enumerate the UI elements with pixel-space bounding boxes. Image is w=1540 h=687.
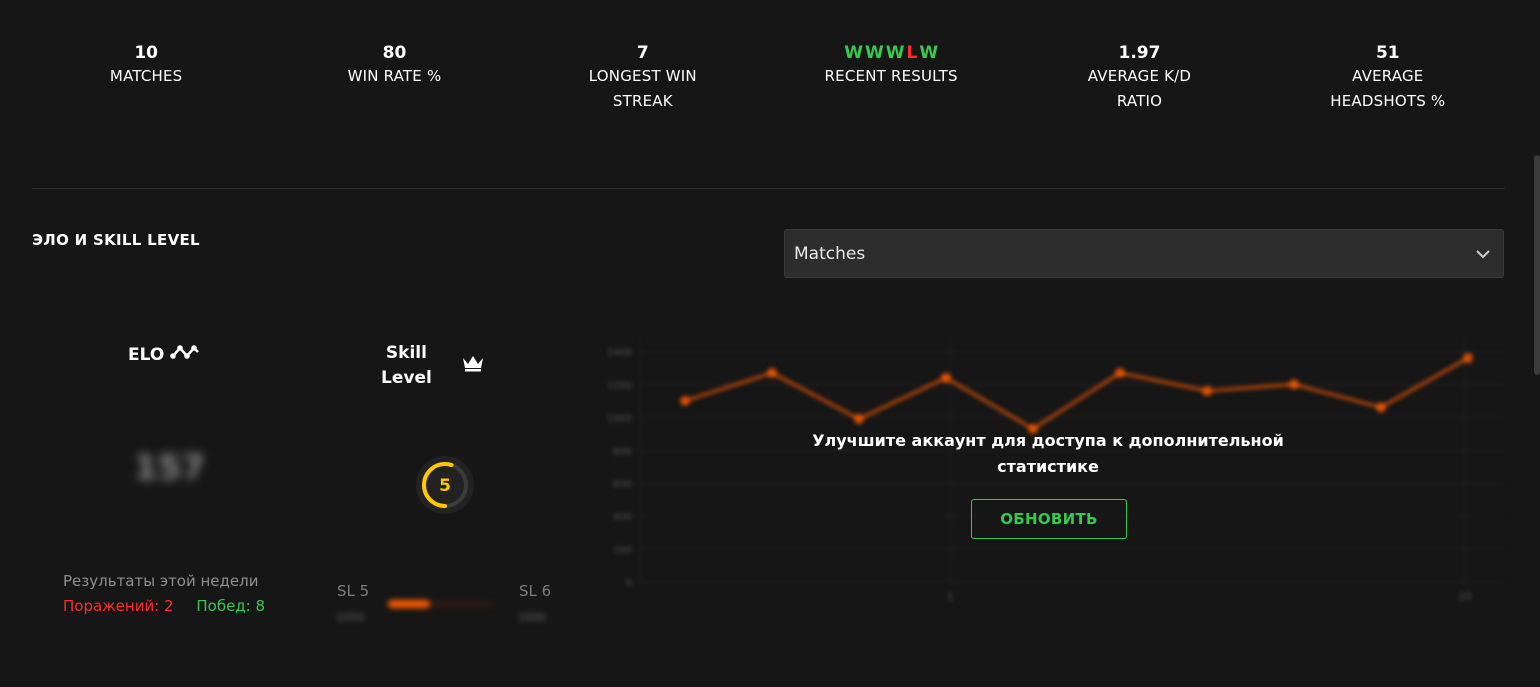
scrollbar-thumb[interactable] bbox=[1534, 155, 1540, 375]
section-title: ЭЛО И SKILL LEVEL bbox=[32, 231, 200, 249]
y-tick-label: 400 bbox=[613, 512, 632, 523]
stat-label: AVERAGE K/D RATIO bbox=[1087, 67, 1192, 110]
sl-current-label: SL 5 bbox=[337, 582, 370, 600]
stat-label: WIN RATE % bbox=[347, 67, 442, 85]
skill-progress-fill bbox=[388, 600, 431, 608]
elo-point bbox=[767, 367, 777, 378]
result-win: W bbox=[844, 43, 863, 63]
y-tick-label: 600 bbox=[613, 479, 632, 490]
sl-current-elo: 1050 bbox=[336, 611, 364, 624]
stat-average-headshots: 51 AVERAGE HEADSHOTS % bbox=[1264, 42, 1512, 114]
stat-value: 7 bbox=[636, 43, 649, 63]
upgrade-button[interactable]: ОБНОВИТЬ bbox=[971, 499, 1127, 539]
result-win: W bbox=[864, 43, 884, 63]
y-tick-label: 800 bbox=[613, 446, 632, 457]
week-results: Поражений: 2 Побед: 8 bbox=[63, 597, 265, 615]
elo-label: ELO bbox=[128, 344, 200, 365]
y-tick-label: 1000 bbox=[607, 413, 632, 424]
skill-level-label: Skill Level bbox=[381, 341, 432, 391]
result-win: W bbox=[919, 43, 939, 63]
elo-value: 157 bbox=[134, 448, 205, 488]
stat-value: 51 bbox=[1375, 43, 1400, 63]
week-wins: Побед: 8 bbox=[196, 597, 266, 615]
week-losses: Поражений: 2 bbox=[63, 597, 174, 615]
elo-point bbox=[1376, 402, 1386, 413]
stat-value: 1.97 bbox=[1118, 43, 1161, 63]
sl-next-elo: 1000 bbox=[518, 611, 546, 624]
elo-point bbox=[1463, 353, 1473, 364]
elo-point bbox=[854, 413, 864, 424]
stat-label: RECENT RESULTS bbox=[824, 67, 958, 85]
y-tick-label: 200 bbox=[613, 545, 632, 556]
week-results-title: Результаты этой недели bbox=[63, 572, 259, 590]
elo-label-text: ELO bbox=[128, 344, 165, 365]
result-loss: L bbox=[906, 43, 918, 63]
x-tick-label: 1 bbox=[947, 590, 954, 603]
y-tick-label: 0 bbox=[626, 578, 632, 589]
stat-label: MATCHES bbox=[109, 67, 183, 85]
sl-next-label: SL 6 bbox=[519, 582, 552, 600]
elo-series-line bbox=[684, 356, 1469, 431]
y-tick-label: 1400 bbox=[607, 347, 632, 358]
elo-point bbox=[1202, 385, 1212, 396]
skill-progress-bar bbox=[388, 600, 494, 608]
chevron-down-icon bbox=[1475, 244, 1491, 263]
skill-level-badge: 5 bbox=[414, 454, 476, 516]
elo-point bbox=[680, 395, 690, 406]
stat-matches: 10 MATCHES bbox=[22, 42, 270, 114]
elo-point bbox=[1115, 367, 1125, 378]
stat-label: LONGEST WIN STREAK bbox=[588, 67, 697, 110]
stat-value: 80 bbox=[382, 43, 407, 63]
elo-point bbox=[1289, 379, 1299, 390]
upgrade-message: Улучшите аккаунт для доступа к дополните… bbox=[812, 431, 1284, 476]
chart-type-select[interactable]: Matches bbox=[784, 229, 1504, 278]
stat-win-rate: 80 WIN RATE % bbox=[270, 42, 518, 114]
result-win: W bbox=[885, 43, 905, 63]
stat-average-kd: 1.97 AVERAGE K/D RATIO bbox=[1015, 42, 1263, 114]
crown-icon bbox=[461, 354, 485, 376]
select-value: Matches bbox=[794, 243, 866, 264]
stat-value: 10 bbox=[134, 43, 158, 63]
elo-graph-icon bbox=[170, 344, 200, 365]
skill-level-number: 5 bbox=[439, 476, 451, 496]
stat-recent-results: WWWLW RECENT RESULTS bbox=[767, 42, 1015, 114]
stat-longest-win-streak: 7 LONGEST WIN STREAK bbox=[519, 42, 767, 114]
skill-label-line2: Level bbox=[381, 368, 432, 388]
divider bbox=[32, 188, 1505, 189]
y-tick-label: 1200 bbox=[607, 380, 632, 391]
x-tick-label: 10 bbox=[1458, 590, 1472, 603]
elo-point bbox=[941, 372, 951, 383]
recent-results: WWWLW bbox=[767, 42, 1015, 64]
stat-label: AVERAGE HEADSHOTS % bbox=[1330, 67, 1446, 110]
skill-label-line1: Skill bbox=[385, 343, 427, 363]
stats-row: 10 MATCHES 80 WIN RATE % 7 LONGEST WIN S… bbox=[22, 42, 1512, 114]
